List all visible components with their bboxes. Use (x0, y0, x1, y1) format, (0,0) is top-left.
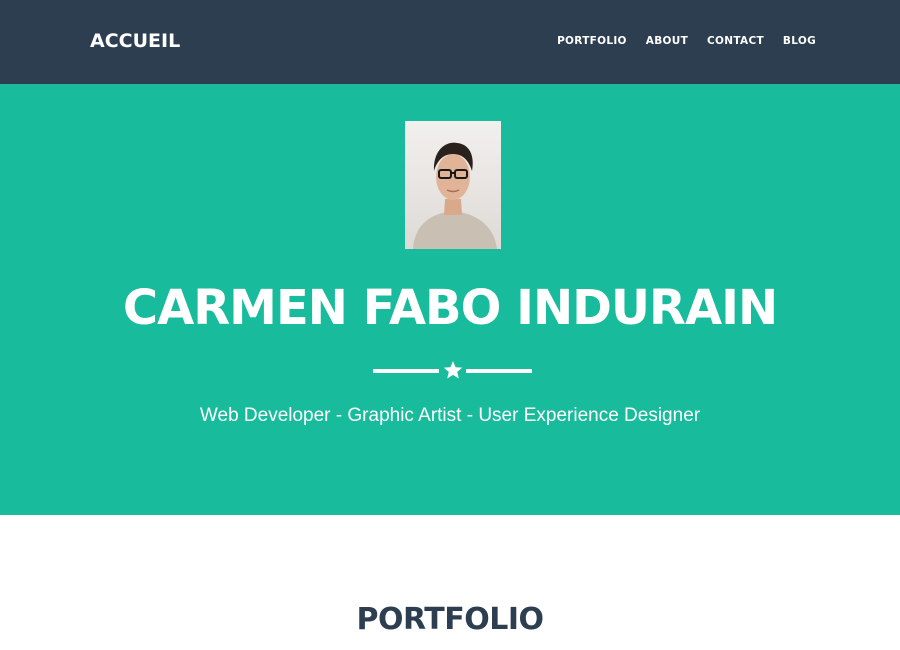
nav-link-contact[interactable]: CONTACT (707, 34, 764, 48)
profile-photo-image (405, 121, 501, 249)
brand-link[interactable]: ACCUEIL (90, 28, 180, 54)
nav-links: PORTFOLIO ABOUT CONTACT BLOG (557, 34, 816, 48)
nav-link-blog[interactable]: BLOG (783, 34, 816, 48)
star-divider (373, 360, 532, 382)
navbar: ACCUEIL PORTFOLIO ABOUT CONTACT BLOG (0, 0, 900, 84)
hero-section: CARMEN FABO INDURAIN Web Developer - Gra… (0, 84, 900, 515)
hero-name: CARMEN FABO INDURAIN (122, 280, 778, 336)
profile-photo (405, 121, 501, 249)
divider-line-right (466, 369, 532, 373)
nav-link-about[interactable]: ABOUT (646, 34, 688, 48)
divider-line-left (373, 369, 439, 373)
nav-link-portfolio[interactable]: PORTFOLIO (557, 34, 627, 48)
portfolio-heading: PORTFOLIO (356, 602, 544, 637)
star-icon (443, 361, 463, 379)
hero-subtitle: Web Developer - Graphic Artist - User Ex… (199, 405, 701, 426)
